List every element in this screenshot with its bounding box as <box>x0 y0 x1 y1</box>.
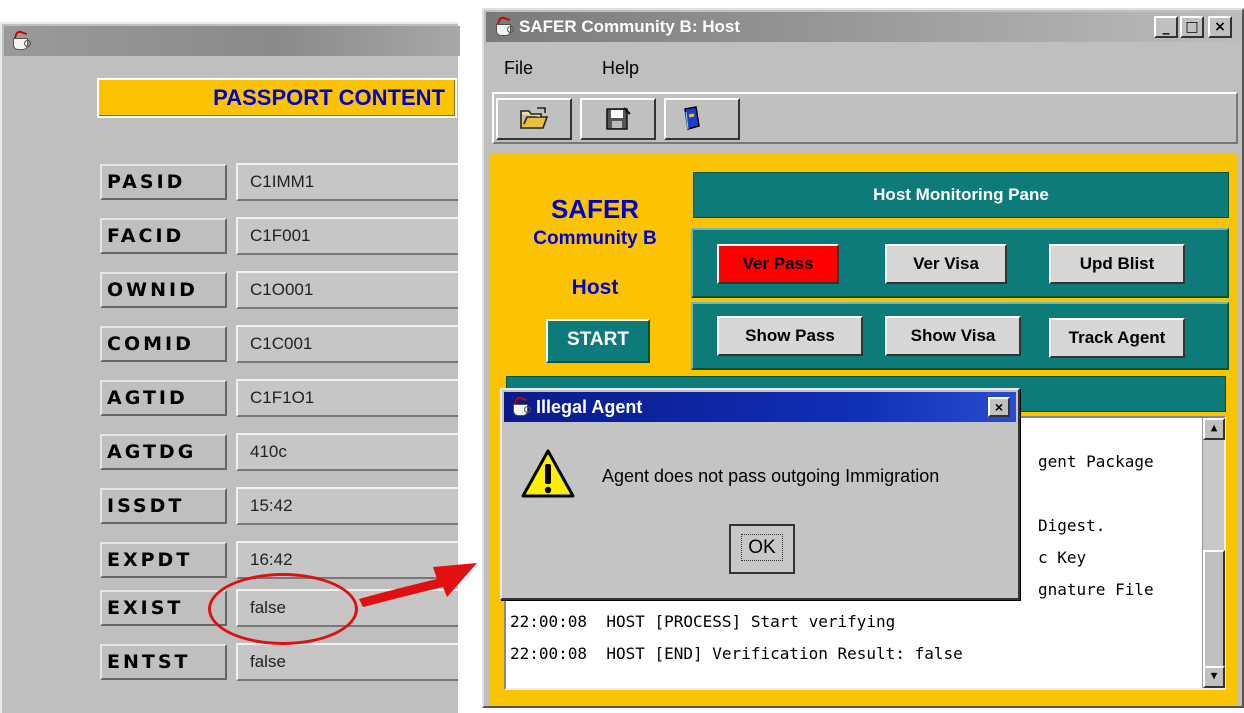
passport-label-facid: FACID <box>100 218 227 254</box>
book-button[interactable] <box>664 98 740 140</box>
log-line-fragment: Digest. <box>1038 516 1106 535</box>
track-agent-button[interactable]: Track Agent <box>1049 318 1185 358</box>
java-cup-icon <box>10 29 31 51</box>
passport-label-pasid: PASID <box>100 164 227 200</box>
passport-value-comid[interactable]: C1C001 <box>236 325 458 363</box>
menu-help[interactable]: Help <box>602 58 639 79</box>
window-title: SAFER Community B: Host <box>519 17 740 36</box>
minimize-button[interactable]: _ <box>1154 16 1178 38</box>
show-pass-button[interactable]: Show Pass <box>717 316 863 356</box>
ver-pass-button[interactable]: Ver Pass <box>717 244 839 284</box>
save-disk-icon <box>606 107 631 130</box>
safer-host-window: SAFER Community B: Host _ □ × File Help <box>482 8 1244 708</box>
passport-titlebar[interactable] <box>4 26 460 56</box>
ok-button-label: OK <box>741 534 783 561</box>
passport-content-header: PASSPORT CONTENT <box>97 78 457 118</box>
scroll-thumb[interactable] <box>1203 550 1225 668</box>
passport-label-entst: ENTST <box>100 644 227 680</box>
log-line-fragment: gent Package <box>1038 452 1154 471</box>
host-monitoring-pane-title: Host Monitoring Pane <box>693 172 1229 218</box>
start-button[interactable]: START <box>546 319 650 363</box>
log-line: 22:00:08 HOST [PROCESS] Start verifying <box>510 612 896 631</box>
passport-label-comid: COMID <box>100 326 227 362</box>
community-label: Community B <box>533 228 657 249</box>
toolbar <box>492 92 1238 144</box>
passport-label-issdt: ISSDT <box>100 488 227 524</box>
open-folder-button[interactable] <box>496 98 572 140</box>
verify-button-row: Ver Pass Ver Visa Upd Blist <box>691 228 1229 298</box>
log-line-fragment: c Key <box>1038 548 1087 567</box>
save-button[interactable] <box>580 98 656 140</box>
scroll-down-icon[interactable]: ▼ <box>1203 666 1225 688</box>
log-scrollbar[interactable]: ▲ ▼ <box>1202 418 1225 688</box>
safer-titlebar[interactable]: SAFER Community B: Host _ □ × <box>486 12 1242 42</box>
log-line-fragment: gnature File <box>1038 580 1154 599</box>
upd-blist-button[interactable]: Upd Blist <box>1049 244 1185 284</box>
close-button[interactable]: × <box>1208 16 1232 38</box>
menu-file[interactable]: File <box>504 58 533 79</box>
passport-label-agtid: AGTID <box>100 380 227 416</box>
passport-label-expdt: EXPDT <box>100 542 227 578</box>
open-folder-icon <box>520 107 549 129</box>
ver-visa-button[interactable]: Ver Visa <box>885 244 1007 284</box>
passport-value-facid[interactable]: C1F001 <box>236 217 458 255</box>
show-visa-button[interactable]: Show Visa <box>885 316 1021 356</box>
java-cup-icon <box>493 15 514 37</box>
passport-label-agtdg: AGTDG <box>100 434 227 470</box>
passport-value-issdt[interactable]: 15:42 <box>236 487 458 525</box>
scroll-up-icon[interactable]: ▲ <box>1203 418 1225 440</box>
safer-title: SAFER <box>550 194 640 224</box>
passport-value-entst[interactable]: false <box>236 643 458 681</box>
java-cup-icon <box>510 395 531 417</box>
book-icon <box>684 106 700 130</box>
warning-icon <box>521 449 575 498</box>
log-line: 22:00:08 HOST [END] Verification Result:… <box>510 644 963 663</box>
passport-value-ownid[interactable]: C1O001 <box>236 271 458 309</box>
maximize-button[interactable]: □ <box>1180 16 1204 38</box>
dialog-title: Illegal Agent <box>536 397 643 417</box>
dialog-message: Agent does not pass outgoing Immigration <box>602 466 940 486</box>
passport-value-agtdg[interactable]: 410c <box>236 433 458 471</box>
passport-value-pasid[interactable]: C1IMM1 <box>236 163 458 201</box>
host-label: Host <box>571 276 619 299</box>
passport-value-agtid[interactable]: C1F1O1 <box>236 379 458 417</box>
dialog-titlebar[interactable]: Illegal Agent × <box>504 392 1016 422</box>
passport-label-ownid: OWNID <box>100 272 227 308</box>
annotation-ellipse <box>208 573 358 645</box>
show-button-row: Show Pass Show Visa Track Agent <box>691 302 1229 370</box>
dialog-close-button[interactable]: × <box>988 397 1010 417</box>
illegal-agent-dialog: Illegal Agent × Agent does not pass outg… <box>500 388 1020 600</box>
annotation-arrow-icon <box>359 563 477 607</box>
ok-button[interactable]: OK <box>729 524 795 574</box>
